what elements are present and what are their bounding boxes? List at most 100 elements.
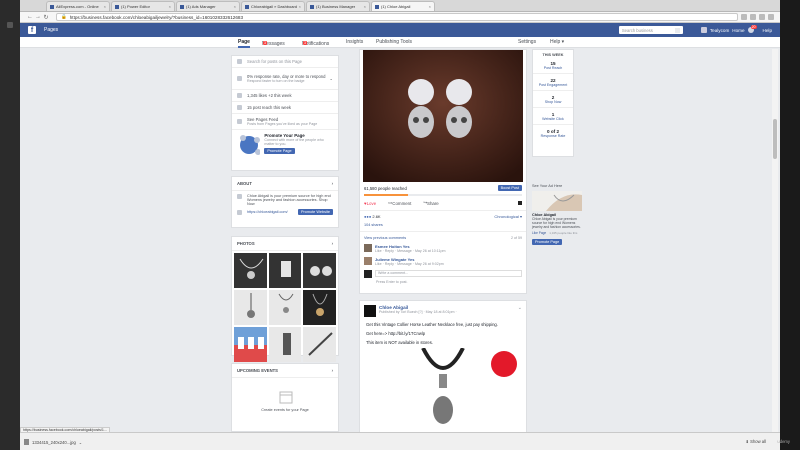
comment-meta[interactable]: Like · Reply · Message · May 26 at 10:11…: [375, 249, 445, 253]
tab-publishing-tools[interactable]: Publishing Tools: [376, 39, 412, 45]
browser-tab[interactable]: AliExpress.com - Online ×: [46, 1, 110, 11]
stat-label[interactable]: Website Click: [533, 117, 573, 125]
browser-tab[interactable]: Chloeabigail » Dashboard ×: [241, 1, 305, 11]
ad-promote-page-button[interactable]: Promote Page: [532, 239, 563, 245]
previous-comments-row: View previous comments 2 of 59: [360, 231, 526, 242]
about-header[interactable]: ABOUT ›: [232, 177, 338, 191]
events-header[interactable]: UPCOMING EVENTS ›: [232, 364, 338, 378]
show-all-button[interactable]: ⬇ Show all: [745, 439, 766, 444]
browser-tab[interactable]: (1) Power Editor ×: [111, 1, 175, 11]
extension-icon[interactable]: [741, 14, 747, 20]
photo-thumbnail[interactable]: [234, 253, 267, 288]
row-text: 1,345 likes +2 this week: [247, 93, 292, 98]
like-page-link[interactable]: Like Page: [532, 231, 546, 235]
show-all-label: Show all: [750, 439, 766, 444]
reaction-count[interactable]: 2.6K: [372, 214, 380, 219]
notifications-icon[interactable]: 20: [747, 25, 757, 33]
close-icon[interactable]: ×: [234, 4, 236, 9]
close-icon[interactable]: ×: [364, 4, 366, 9]
help-menu[interactable]: Help ▾: [550, 39, 564, 45]
love-button[interactable]: ♥ Love: [364, 201, 376, 206]
comment-order-select[interactable]: Chronological ▾: [494, 214, 522, 219]
reach-row[interactable]: 15 post reach this week: [232, 102, 338, 114]
photo-thumbnail[interactable]: [303, 327, 336, 362]
url-input[interactable]: 🔒 https://business.facebook.com/chloeabig…: [56, 13, 738, 21]
close-icon[interactable]: ×: [429, 4, 431, 9]
page-search[interactable]: Search for posts on this Page: [232, 56, 338, 68]
pages-label[interactable]: Pages: [44, 27, 58, 33]
chevron-down-icon[interactable]: ⌄: [518, 305, 522, 317]
page-avatar-icon[interactable]: [518, 201, 522, 205]
tab-page[interactable]: Page: [238, 39, 250, 48]
stat-label[interactable]: Shop Now: [533, 100, 573, 108]
reach-text: 61,580 people reached: [364, 185, 407, 191]
forward-icon[interactable]: →: [34, 14, 42, 20]
post-text-2[interactable]: Get here=> http://bit.ly/1TCnwlp: [360, 328, 526, 339]
share-button[interactable]: ↪ Share: [423, 200, 438, 206]
calendar-icon: [279, 391, 293, 404]
stat-label[interactable]: Post Engagement: [533, 83, 573, 91]
events-heading: UPCOMING EVENTS: [237, 368, 278, 373]
stat-label[interactable]: Post Reach: [533, 66, 573, 74]
shares-link[interactable]: 104 shares: [360, 222, 526, 228]
photo-thumbnail[interactable]: [303, 290, 336, 325]
browser-tab-active[interactable]: (1) Chloe Abigail ×: [371, 1, 435, 11]
user-name[interactable]: Tealycom: [710, 28, 729, 33]
photo-thumbnail[interactable]: [268, 253, 302, 288]
chevron-down-icon[interactable]: ⌄: [329, 76, 333, 81]
page-avatar[interactable]: [364, 305, 376, 317]
boost-post-button[interactable]: Boost Post: [497, 185, 522, 191]
search-icon[interactable]: [674, 27, 680, 33]
close-icon[interactable]: ×: [169, 4, 171, 9]
avatar[interactable]: [364, 244, 372, 252]
promote-website-button[interactable]: Promote Website: [297, 209, 333, 215]
view-previous-comments-link[interactable]: View previous comments: [364, 236, 406, 240]
chevron-down-icon[interactable]: ⌄: [79, 440, 83, 445]
browser-tab[interactable]: (1) Business Manager ×: [306, 1, 370, 11]
photo-thumbnail[interactable]: [234, 290, 267, 325]
website-link[interactable]: https://chloeabigail.com/: [247, 210, 288, 214]
download-item[interactable]: 1334415_240x240...jpg ⌄: [24, 439, 82, 445]
post-card-2: Chloe Abigail Published by Tori Buech [?]…: [359, 300, 527, 432]
facebook-logo-icon[interactable]: f: [28, 26, 36, 34]
photos-card: PHOTOS ›: [231, 236, 339, 362]
reaction-icons[interactable]: ●●●: [364, 214, 371, 219]
post-text-3: This item is NOT available in stores.: [366, 340, 433, 345]
tab-label: AliExpress.com - Online: [56, 4, 99, 9]
scrollbar[interactable]: [772, 49, 778, 432]
home-link[interactable]: Home: [732, 28, 744, 33]
photo-thumbnail[interactable]: [268, 290, 302, 325]
stat-label[interactable]: Response Rate: [533, 134, 573, 141]
comment-meta[interactable]: Like · Reply · Message · May 26 at 9:02p…: [375, 262, 444, 266]
photos-header[interactable]: PHOTOS ›: [232, 237, 338, 251]
help-link[interactable]: Help: [763, 28, 772, 33]
avatar[interactable]: [700, 27, 707, 33]
settings-link[interactable]: Settings: [518, 39, 536, 45]
scrollbar-thumb[interactable]: [773, 119, 777, 159]
menu-icon[interactable]: [768, 14, 774, 20]
avatar[interactable]: [364, 257, 372, 265]
post-card: 61,580 people reached Boost Post ♥ Love …: [359, 49, 527, 294]
likes-row[interactable]: 1,345 likes +2 this week: [232, 90, 338, 102]
pages-feed-row[interactable]: See Pages Feed Posts from Pages you've li…: [232, 114, 338, 130]
ad-image[interactable]: [532, 191, 582, 211]
comment-input[interactable]: Write a comment...: [375, 270, 522, 277]
post-image[interactable]: [363, 50, 523, 182]
response-rate-row[interactable]: 0% response rate, day or more to respond…: [232, 68, 338, 90]
reload-icon[interactable]: ↻: [42, 14, 50, 21]
post-image-2[interactable]: [363, 348, 523, 428]
back-icon[interactable]: ←: [26, 14, 34, 20]
photo-thumbnail[interactable]: [303, 253, 336, 288]
comment-button[interactable]: ▭ Comment: [388, 200, 411, 206]
promote-desc: Connect with more of the people who matt…: [264, 138, 324, 146]
browser-tab[interactable]: (1) Ads Manager ×: [176, 1, 240, 11]
close-icon[interactable]: ×: [104, 4, 106, 9]
photo-thumbnail[interactable]: [268, 327, 302, 362]
photo-thumbnail[interactable]: [234, 327, 267, 362]
extension-icon[interactable]: [750, 14, 756, 20]
extension-icon[interactable]: [759, 14, 765, 20]
business-search-input[interactable]: Search business: [618, 26, 683, 34]
promote-page-button[interactable]: Promote Page: [264, 148, 295, 154]
tab-insights[interactable]: Insights: [346, 39, 363, 45]
close-icon[interactable]: ×: [299, 4, 301, 9]
